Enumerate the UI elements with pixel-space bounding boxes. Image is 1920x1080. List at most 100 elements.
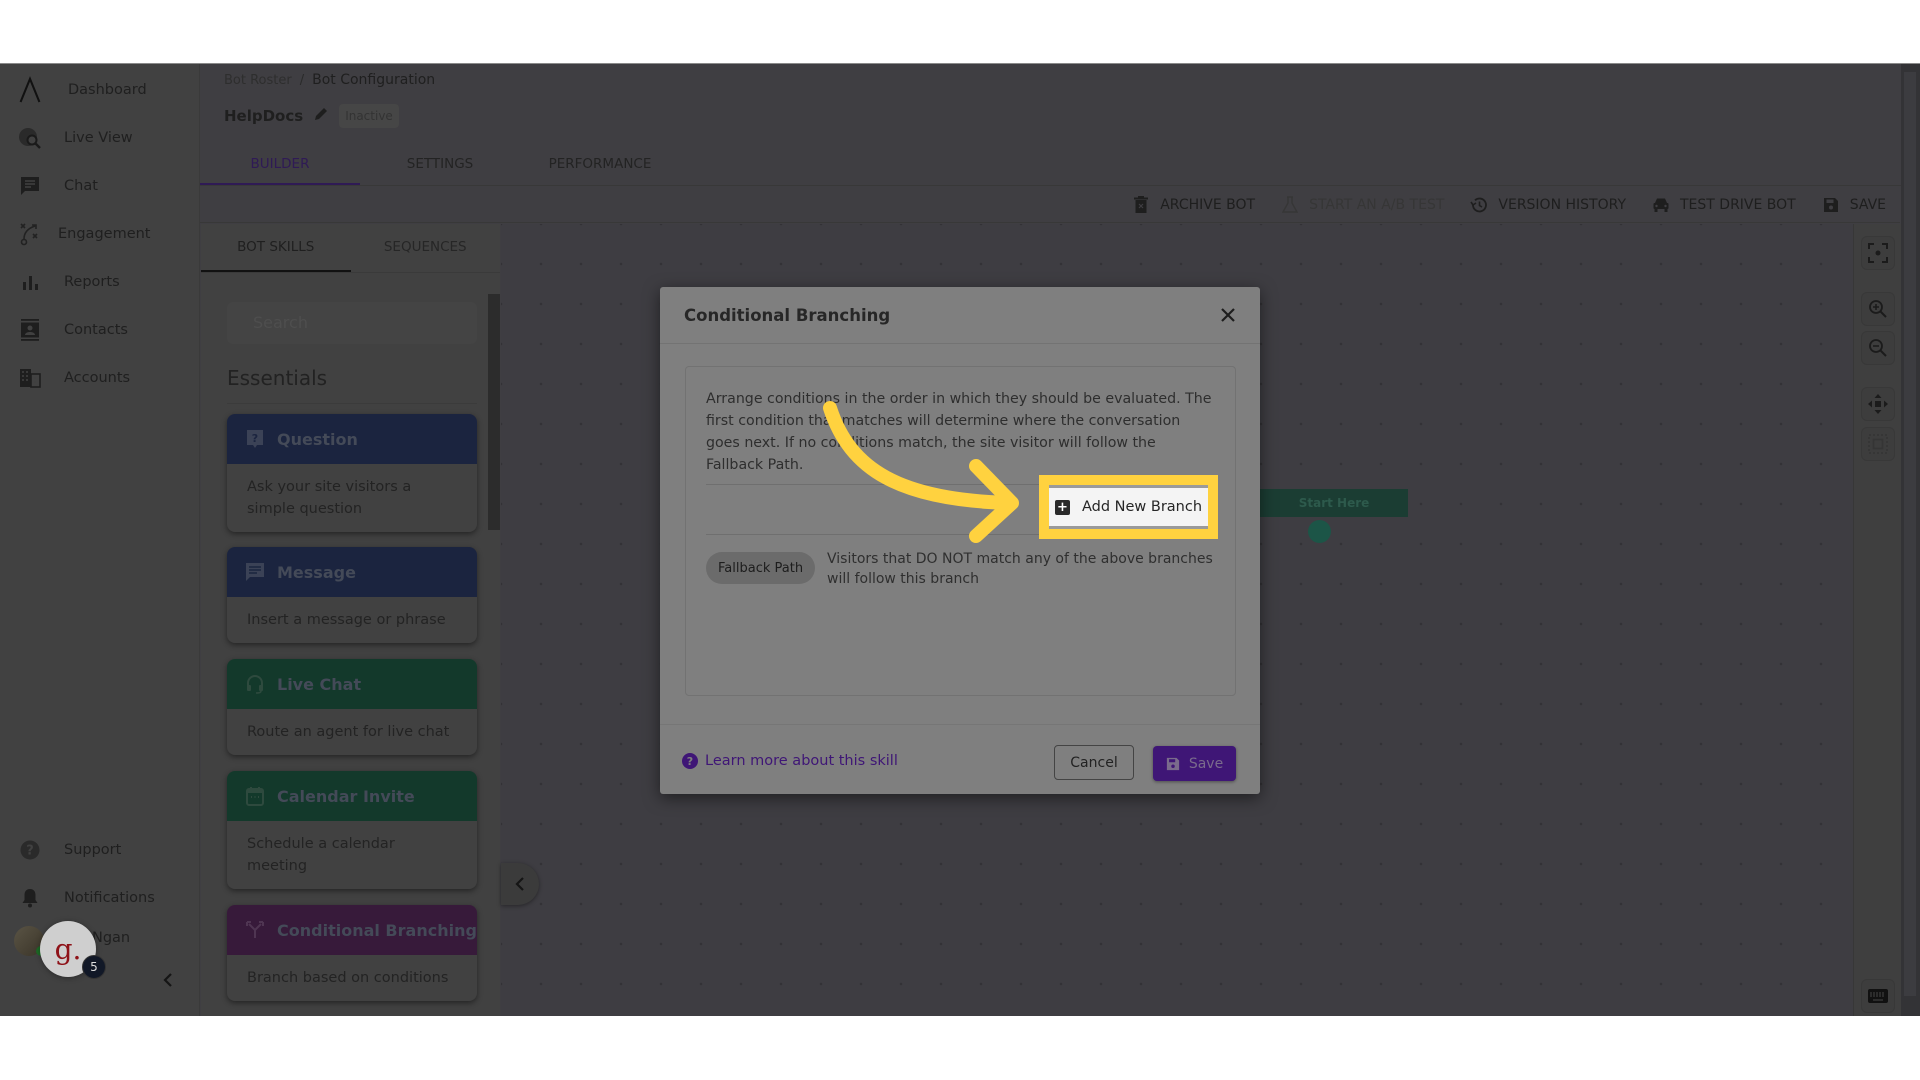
skill-card-header: Message [227, 547, 477, 597]
start-here-node[interactable]: Start Here [1260, 489, 1408, 517]
skills-scrollbar[interactable] [488, 294, 500, 530]
nav-item-chat[interactable]: Chat [18, 168, 98, 204]
trash-icon [1132, 196, 1150, 214]
zoom-in-button[interactable] [1861, 292, 1895, 326]
learn-more-link[interactable]: ? Learn more about this skill [682, 753, 898, 769]
message-icon [245, 562, 265, 582]
keyboard-icon [1868, 989, 1888, 1003]
add-new-branch-label: Add New Branch [1081, 499, 1203, 515]
fallback-path-chip[interactable]: Fallback Path [706, 552, 816, 584]
tab-builder[interactable]: BUILDER [200, 144, 360, 185]
skill-card-desc: Ask your site visitors a simple question [247, 479, 412, 517]
edit-name-button[interactable] [313, 106, 329, 126]
ab-test-label: START AN A/B TEST [1309, 196, 1445, 213]
skills-tabs: BOT SKILLS SEQUENCES [201, 224, 500, 273]
breadcrumb-bot-roster[interactable]: Bot Roster [224, 73, 292, 88]
bot-name: HelpDocs [224, 107, 304, 125]
skill-card-desc: Route an agent for live chat [247, 724, 450, 740]
car-icon [1652, 196, 1670, 214]
nav-item-live-view[interactable]: Live View [18, 120, 133, 156]
pan-button[interactable] [1861, 387, 1895, 421]
skill-card-desc: Schedule a calendar meeting [247, 836, 395, 874]
nav-label: Reports [64, 274, 120, 290]
app-frame: Dashboard Live View Chat Engagement Repo… [0, 63, 1920, 1016]
skill-card-desc: Insert a message or phrase [247, 612, 446, 628]
nav-item-dashboard[interactable]: Dashboard [18, 72, 147, 108]
pencil-icon [315, 108, 328, 120]
collapse-nav-button[interactable] [162, 972, 174, 993]
skill-card-question[interactable]: ? Question Ask your site visitors a simp… [227, 414, 477, 532]
calendar-icon [245, 786, 265, 806]
keyboard-shortcuts-button[interactable] [1861, 979, 1895, 1013]
learn-more-label: Learn more about this skill [705, 753, 898, 769]
floppy-disk-icon [1166, 757, 1179, 770]
select-area-icon [1868, 434, 1888, 454]
skills-search-input[interactable]: Search [227, 302, 477, 344]
page-scrollbar[interactable] [1901, 64, 1920, 1016]
modal-instructions: Arrange conditions in the order in which… [706, 391, 1212, 473]
nav-label: Live View [64, 130, 133, 146]
select-area-button[interactable] [1861, 427, 1895, 461]
nav-item-support[interactable]: ? Support [18, 832, 121, 868]
nav-item-engagement[interactable]: Engagement [18, 216, 151, 252]
skill-card-live-chat[interactable]: Live Chat Route an agent for live chat [227, 659, 477, 755]
widget-logo: g. [54, 932, 82, 966]
test-drive-label: TEST DRIVE BOT [1680, 196, 1796, 213]
canvas-controls [1853, 224, 1901, 1016]
version-history-button[interactable]: VERSION HISTORY [1470, 196, 1626, 214]
page-scrollbar-thumb[interactable] [1904, 72, 1916, 996]
test-drive-button[interactable]: TEST DRIVE BOT [1652, 196, 1796, 214]
archive-bot-label: ARCHIVE BOT [1160, 196, 1256, 213]
skill-card-header: Calendar Invite [227, 771, 477, 821]
nav-item-contacts[interactable]: Contacts [18, 312, 128, 348]
skill-card-title: Question [277, 429, 358, 449]
nav-label: Notifications [64, 890, 155, 906]
tab-bot-skills[interactable]: BOT SKILLS [201, 224, 351, 272]
toolbar-save-label: SAVE [1849, 196, 1886, 213]
skill-card-title: Live Chat [277, 674, 362, 694]
ab-test-button[interactable]: START AN A/B TEST [1281, 195, 1445, 214]
nav-item-accounts[interactable]: Accounts [18, 360, 130, 396]
zoom-in-icon [1869, 300, 1887, 318]
start-node-connector[interactable] [1308, 520, 1331, 543]
user-name: Ngan [92, 930, 131, 946]
add-new-branch-button[interactable]: + Add New Branch [1049, 485, 1208, 529]
cancel-button[interactable]: Cancel [1054, 745, 1134, 780]
modal-close-button[interactable] [1216, 303, 1240, 327]
skill-card-conditional-branching[interactable]: Conditional Branching Branch based on co… [227, 905, 477, 1001]
modal-title: Conditional Branching [684, 305, 891, 325]
floppy-disk-icon [1822, 196, 1840, 214]
bot-title-row: HelpDocs Inactive [224, 104, 399, 128]
archive-bot-button[interactable]: ARCHIVE BOT [1132, 196, 1255, 214]
nav-label: Dashboard [68, 82, 147, 98]
nav-label: Engagement [58, 226, 151, 242]
history-icon [1470, 196, 1488, 214]
nav-item-reports[interactable]: Reports [18, 264, 120, 300]
chevron-left-icon [163, 973, 172, 987]
tab-performance[interactable]: PERFORMANCE [520, 144, 680, 185]
toolbar-save-button[interactable]: SAVE [1822, 196, 1886, 214]
skill-card-title: Calendar Invite [277, 786, 415, 806]
tab-settings[interactable]: SETTINGS [360, 144, 520, 185]
modal-save-label: Save [1188, 755, 1224, 772]
zoom-out-button[interactable] [1861, 331, 1895, 365]
strategy-icon [18, 222, 42, 246]
skill-card-message[interactable]: Message Insert a message or phrase [227, 547, 477, 643]
fallback-description: Visitors that DO NOT match any of the ab… [827, 551, 1213, 587]
left-nav: Dashboard Live View Chat Engagement Repo… [0, 64, 200, 1016]
skill-card-header: Conditional Branching [227, 905, 477, 955]
version-history-label: VERSION HISTORY [1498, 196, 1626, 213]
nav-item-notifications[interactable]: Notifications [18, 880, 155, 916]
skill-card-calendar-invite[interactable]: Calendar Invite Schedule a calendar meet… [227, 771, 477, 889]
modal-footer: ? Learn more about this skill Cancel Sav… [660, 724, 1260, 794]
center-view-button[interactable] [1861, 236, 1895, 270]
section-title: Essentials [227, 366, 328, 390]
modal-save-button[interactable]: Save [1153, 746, 1236, 781]
help-circle-icon: ? [18, 838, 42, 862]
nav-label: Support [64, 842, 122, 858]
skill-card-title: Message [277, 562, 356, 582]
skill-card-header: Live Chat [227, 659, 477, 709]
tab-sequences[interactable]: SEQUENCES [351, 224, 501, 272]
skill-card-desc: Branch based on conditions [247, 970, 449, 986]
section-divider [227, 403, 477, 404]
